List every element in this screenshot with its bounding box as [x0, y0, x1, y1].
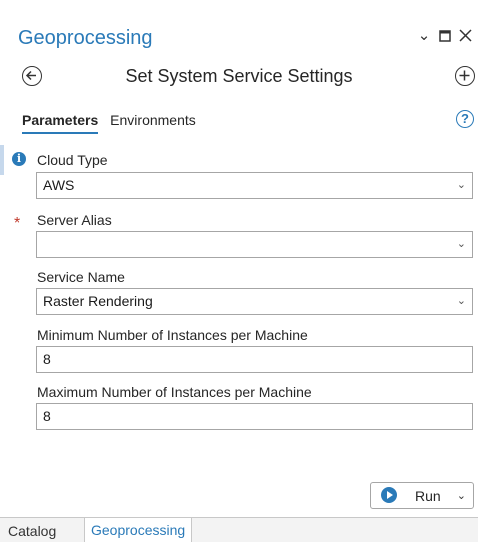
tab-environments[interactable]: Environments — [110, 110, 196, 130]
service-name-label: Service Name — [37, 269, 125, 285]
pane-titlebar: Geoprocessing ⌄ — [0, 0, 478, 60]
chevron-down-icon: ⌄ — [456, 179, 466, 191]
run-label: Run — [415, 488, 441, 504]
chevron-down-icon: ⌄ — [456, 238, 466, 250]
server-alias-label: Server Alias — [37, 212, 112, 228]
maximize-icon[interactable] — [436, 27, 454, 45]
required-icon: * — [14, 215, 21, 232]
tool-tabs: Parameters Environments — [22, 110, 204, 134]
tab-geoprocessing[interactable]: Geoprocessing — [84, 518, 193, 542]
cloud-type-select[interactable]: AWS ⌄ — [36, 172, 473, 199]
server-alias-select[interactable]: ⌄ — [36, 231, 473, 258]
max-instances-value: 8 — [43, 408, 51, 424]
add-circle-icon[interactable] — [455, 66, 475, 86]
tab-catalog[interactable]: Catalog — [8, 522, 56, 540]
play-icon — [381, 487, 397, 503]
max-instances-input[interactable]: 8 — [36, 403, 473, 430]
min-instances-input[interactable]: 8 — [36, 346, 473, 373]
service-name-select[interactable]: Raster Rendering ⌄ — [36, 288, 473, 315]
chevron-down-icon[interactable]: ⌄ — [457, 487, 466, 505]
tab-parameters[interactable]: Parameters — [22, 110, 99, 134]
cloud-type-label: Cloud Type — [37, 152, 108, 168]
chevron-down-icon[interactable]: ⌄ — [415, 27, 433, 45]
chevron-down-icon: ⌄ — [456, 295, 466, 307]
bottom-tab-bar: Catalog Geoprocessing — [0, 517, 478, 542]
tool-title: Set System Service Settings — [125, 66, 353, 86]
info-highlight-bar — [0, 145, 4, 175]
close-icon[interactable] — [456, 27, 474, 45]
run-button[interactable]: Run ⌄ — [370, 482, 474, 509]
geoprocessing-pane: Geoprocessing ⌄ Set System Service Setti… — [0, 0, 478, 542]
service-name-value: Raster Rendering — [43, 293, 153, 309]
tool-header: Set System Service Settings — [0, 62, 478, 92]
min-instances-value: 8 — [43, 351, 51, 367]
info-icon[interactable]: i — [12, 152, 26, 166]
max-instances-label: Maximum Number of Instances per Machine — [37, 384, 312, 400]
min-instances-label: Minimum Number of Instances per Machine — [37, 327, 308, 343]
help-icon[interactable]: ? — [456, 110, 474, 128]
cloud-type-value: AWS — [43, 177, 75, 193]
pane-title: Geoprocessing — [18, 27, 153, 49]
